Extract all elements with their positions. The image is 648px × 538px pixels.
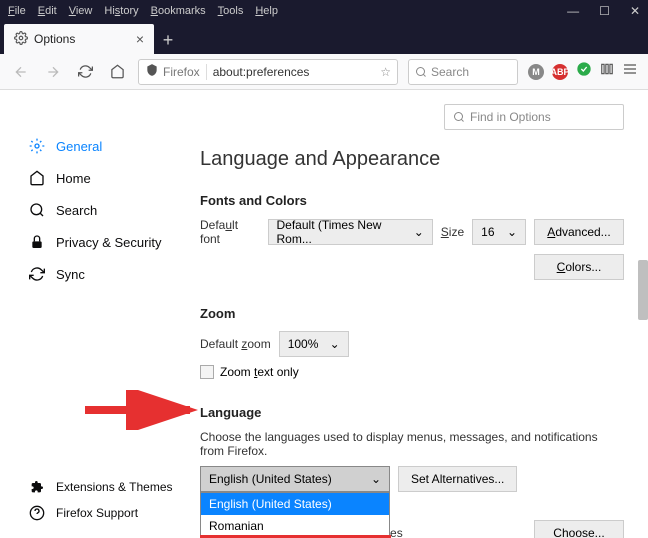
sync-icon	[28, 266, 46, 282]
close-window-icon[interactable]: ✕	[630, 4, 640, 18]
url-text: about:preferences	[213, 65, 381, 79]
annotation-arrow	[80, 390, 200, 430]
advanced-button[interactable]: Advanced...	[534, 219, 624, 245]
forward-button[interactable]	[42, 61, 64, 83]
new-tab-button[interactable]: +	[154, 26, 182, 54]
url-bar[interactable]: Firefox about:preferences ☆	[138, 59, 398, 85]
question-icon	[28, 505, 46, 521]
url-engine: Firefox	[163, 65, 200, 79]
sidebar-item-sync[interactable]: Sync	[28, 258, 200, 290]
menu-help[interactable]: Help	[255, 5, 278, 17]
sidebar-item-home[interactable]: Home	[28, 162, 200, 194]
fonts-heading: Fonts and Colors	[200, 193, 624, 208]
language-option-ro[interactable]: Romanian	[201, 515, 389, 537]
lock-icon	[28, 234, 46, 250]
checkbox-icon	[200, 365, 214, 379]
chevron-down-icon: ⌄	[414, 225, 424, 239]
default-zoom-select[interactable]: 100% ⌄	[279, 331, 349, 357]
chevron-down-icon: ⌄	[371, 472, 381, 486]
search-icon	[28, 202, 46, 218]
search-icon	[453, 111, 465, 123]
zoom-text-only-checkbox[interactable]: Zoom text only	[200, 365, 624, 379]
content-area: General Home Search Privacy & Security S…	[0, 90, 648, 538]
hamburger-menu-icon[interactable]	[622, 61, 638, 82]
back-button[interactable]	[10, 61, 32, 83]
sidebar-item-search[interactable]: Search	[28, 194, 200, 226]
colors-button[interactable]: Colors...	[534, 254, 624, 280]
menu-file[interactable]: File	[8, 5, 26, 17]
maximize-icon[interactable]: ☐	[599, 4, 610, 18]
tab-bar: Options × +	[0, 22, 648, 54]
find-in-options[interactable]: Find in Options	[444, 104, 624, 130]
toolbar: Firefox about:preferences ☆ Search M ABP	[0, 54, 648, 90]
url-separator	[206, 64, 207, 80]
sidebar-support[interactable]: Firefox Support	[28, 500, 173, 526]
tab-options[interactable]: Options ×	[4, 24, 154, 54]
default-font-label: Default font	[200, 218, 260, 246]
set-alternatives-button[interactable]: Set Alternatives...	[398, 466, 517, 492]
toolbar-badge-m[interactable]: M	[528, 64, 544, 80]
default-zoom-label: Default zoom	[200, 337, 271, 351]
font-size-label: Size	[441, 225, 464, 239]
close-tab-icon[interactable]: ×	[136, 31, 144, 47]
main-panel: Find in Options Language and Appearance …	[200, 90, 648, 538]
home-icon	[28, 170, 46, 186]
default-font-select[interactable]: Default (Times New Rom... ⌄	[268, 219, 433, 245]
language-section: Language Choose the languages used to di…	[200, 405, 624, 538]
menu-edit[interactable]: Edit	[38, 5, 57, 17]
choose-button[interactable]: Choose...	[534, 520, 624, 538]
menu-view[interactable]: View	[69, 5, 93, 17]
home-button[interactable]	[106, 61, 128, 83]
gear-icon	[14, 31, 28, 48]
language-option-en[interactable]: English (United States)	[201, 493, 389, 515]
chevron-down-icon: ⌄	[507, 225, 517, 239]
puzzle-icon	[28, 479, 46, 495]
scrollbar-thumb[interactable]	[638, 260, 648, 320]
zoom-section: Zoom Default zoom 100% ⌄ Zoom text only	[200, 306, 624, 379]
gear-icon	[28, 138, 46, 154]
fonts-section: Fonts and Colors Default font Default (T…	[200, 193, 624, 280]
tab-label: Options	[34, 32, 136, 46]
menu-tools[interactable]: Tools	[218, 5, 244, 17]
menubar: File Edit View History Bookmarks Tools H…	[0, 0, 648, 22]
firefox-shield-icon	[145, 63, 159, 80]
minimize-icon[interactable]: —	[567, 4, 579, 18]
sidebar: General Home Search Privacy & Security S…	[0, 90, 200, 538]
sidebar-item-privacy[interactable]: Privacy & Security	[28, 226, 200, 258]
language-dropdown-list: English (United States) Romanian Search …	[200, 492, 390, 538]
search-bar[interactable]: Search	[408, 59, 518, 85]
font-size-select[interactable]: 16 ⌄	[472, 219, 526, 245]
search-icon	[415, 66, 427, 78]
language-select[interactable]: English (United States) ⌄ English (Unite…	[200, 466, 390, 492]
menu-bookmarks[interactable]: Bookmarks	[151, 5, 206, 17]
sidebar-extensions[interactable]: Extensions & Themes	[28, 474, 173, 500]
toolbar-check-icon[interactable]	[576, 61, 592, 82]
reload-button[interactable]	[74, 61, 96, 83]
zoom-heading: Zoom	[200, 306, 624, 321]
bookmark-star-icon[interactable]: ☆	[380, 65, 391, 79]
language-heading: Language	[200, 405, 624, 420]
sidebar-item-general[interactable]: General	[28, 130, 200, 162]
page-heading: Language and Appearance	[200, 148, 624, 171]
toolbar-library-icon[interactable]	[600, 62, 614, 81]
toolbar-badge-abp[interactable]: ABP	[552, 64, 568, 80]
language-desc: Choose the languages used to display men…	[200, 430, 624, 458]
chevron-down-icon: ⌄	[330, 337, 340, 351]
menu-history[interactable]: History	[104, 5, 138, 17]
